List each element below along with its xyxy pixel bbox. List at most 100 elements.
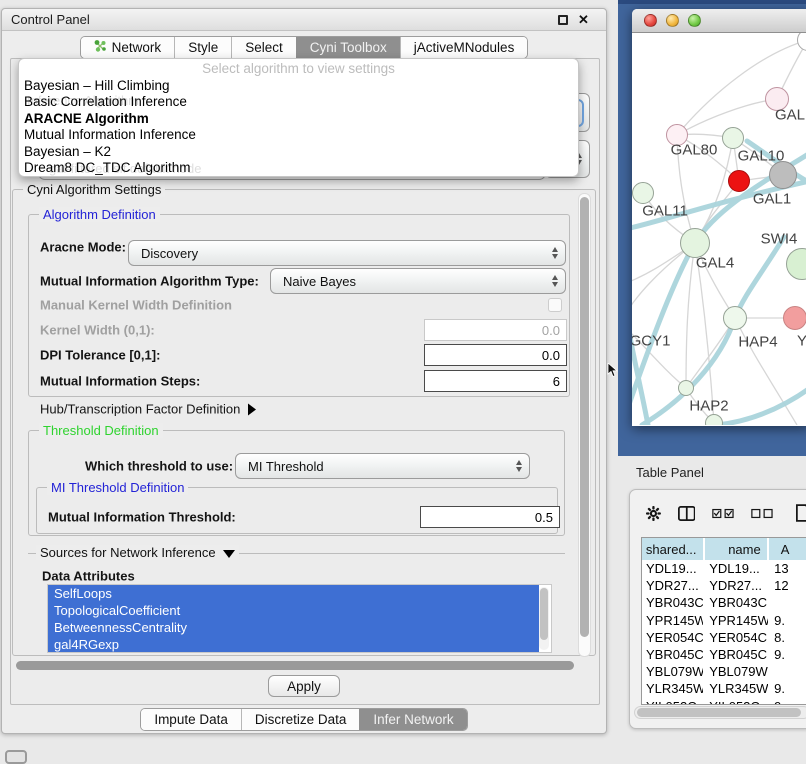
attribute-item-betweennesscentrality[interactable]: BetweennessCentrality xyxy=(48,619,539,636)
mi-threshold-field[interactable]: 0.5 xyxy=(420,506,560,528)
table-row[interactable]: YER054CYER054C8. xyxy=(642,629,806,646)
sources-title: Sources for Network Inference xyxy=(40,545,216,560)
network-node-hap2[interactable] xyxy=(678,380,694,396)
table-cell: 9. xyxy=(770,646,806,663)
table-cell: 9. xyxy=(770,612,806,629)
control-panel-titlebar[interactable]: Control Panel ✕ xyxy=(2,9,606,31)
node-label-hap2: HAP2 xyxy=(689,398,728,415)
network-node[interactable] xyxy=(769,161,797,189)
network-node[interactable] xyxy=(797,33,806,51)
network-icon xyxy=(94,39,107,56)
table-toolbar xyxy=(630,490,806,536)
network-node-gal11[interactable] xyxy=(632,182,654,204)
zoom-traffic-light-icon[interactable] xyxy=(688,14,701,27)
page-icon[interactable] xyxy=(796,503,806,523)
tab-style[interactable]: Style xyxy=(174,37,231,58)
mi-algorithm-type-combo[interactable]: Naive Bayes xyxy=(270,268,566,294)
float-window-icon[interactable] xyxy=(558,15,568,25)
tab-label: Cyni Toolbox xyxy=(310,40,387,55)
table-row[interactable]: YBR043CYBR043C xyxy=(642,594,806,611)
mi-steps-value: 6 xyxy=(553,374,560,389)
node-label-gal4: GAL4 xyxy=(696,255,734,272)
tab-jactivemnodules[interactable]: jActiveMNodules xyxy=(400,37,528,58)
column-layout-icon[interactable] xyxy=(678,505,696,522)
network-node-gal1[interactable] xyxy=(728,170,750,192)
scrollbar-thumb[interactable] xyxy=(580,197,589,637)
attribute-item-gal4rgexp[interactable]: gal4RGexp xyxy=(48,636,539,653)
column-header-name[interactable]: name xyxy=(705,538,767,560)
network-node-gal4[interactable] xyxy=(680,228,710,258)
which-threshold-label: Which threshold to use: xyxy=(85,459,233,474)
table-row[interactable]: YPR145WYPR145W9. xyxy=(642,612,806,629)
tab-label: jActiveMNodules xyxy=(414,40,515,55)
network-node[interactable] xyxy=(705,414,723,425)
algorithm-option-aracne-algorithm[interactable]: ARACNE Algorithm xyxy=(19,111,578,127)
scrollbar-thumb[interactable] xyxy=(540,588,548,640)
algorithm-option-basic-correlation-inference[interactable]: Basic Correlation Inference xyxy=(19,94,578,110)
close-window-icon[interactable]: ✕ xyxy=(578,12,589,28)
table-cell: YIL052C xyxy=(705,698,768,706)
node-label-y: Y xyxy=(797,333,806,350)
sources-toggle[interactable]: Sources for Network Inference xyxy=(36,545,239,560)
network-canvas[interactable]: GALGAL80GAL10GAL1GAL11GAL4SWI4GCY1HAP4YH… xyxy=(632,33,806,425)
list-vertical-scrollbar[interactable] xyxy=(539,587,549,650)
dpi-tolerance-field[interactable]: 0.0 xyxy=(424,344,567,366)
aracne-mode-label: Aracne Mode: xyxy=(40,240,126,255)
manual-kernel-width-checkbox[interactable] xyxy=(548,298,562,312)
table-cell: YER054C xyxy=(705,629,768,646)
mi-threshold-label: Mutual Information Threshold: xyxy=(48,510,236,525)
table-panel-titlebar[interactable]: Table Panel xyxy=(618,456,806,488)
tab-select[interactable]: Select xyxy=(231,37,296,58)
attribute-item-topologicalcoefficient[interactable]: TopologicalCoefficient xyxy=(48,602,539,619)
mi-algorithm-type-label: Mutual Information Algorithm Type: xyxy=(40,274,259,289)
tab-label: Select xyxy=(245,40,283,55)
table-cell: YIL052C xyxy=(642,698,703,706)
algorithm-option-dream8-dc-tdc-algorithm[interactable]: Dream8 DC_TDC Algorithm xyxy=(19,160,578,176)
scrollbar-thumb[interactable] xyxy=(637,708,801,717)
table-row[interactable]: YLR345WYLR345W9. xyxy=(642,680,806,697)
apply-button[interactable]: Apply xyxy=(268,675,340,697)
bottom-tab-impute-data[interactable]: Impute Data xyxy=(141,709,241,730)
close-traffic-light-icon[interactable] xyxy=(644,14,657,27)
network-view-window: GALGAL80GAL10GAL1GAL11GAL4SWI4GCY1HAP4YH… xyxy=(632,9,806,426)
deselect-all-checkboxes-icon[interactable] xyxy=(751,508,773,519)
mouse-cursor xyxy=(607,363,618,378)
table-cell: YDL19... xyxy=(705,560,768,577)
algorithm-option-mutual-information-inference[interactable]: Mutual Information Inference xyxy=(19,127,578,143)
settings-gear-icon[interactable] xyxy=(646,505,661,522)
bottom-tab-discretize-data[interactable]: Discretize Data xyxy=(241,709,360,730)
tab-network[interactable]: Network xyxy=(81,37,175,58)
select-all-checkboxes-icon[interactable] xyxy=(712,508,734,519)
network-node-y[interactable] xyxy=(783,306,806,330)
table-row[interactable]: YBL079WYBL079W xyxy=(642,663,806,680)
data-attributes-list[interactable]: SelfLoopsTopologicalCoefficientBetweenne… xyxy=(47,584,552,653)
mi-steps-field[interactable]: 6 xyxy=(424,370,567,392)
attribute-item-selfloops[interactable]: SelfLoops xyxy=(48,585,539,602)
kernel-width-field[interactable]: 0.0 xyxy=(424,319,567,341)
table-row[interactable]: YDL19...YDL19...13 xyxy=(642,560,806,577)
apply-button-label: Apply xyxy=(287,679,321,694)
hub-definition-toggle[interactable]: Hub/Transcription Factor Definition xyxy=(40,402,256,417)
column-header-shared[interactable]: shared... xyxy=(642,538,703,560)
table-row[interactable]: YBR045CYBR045C9. xyxy=(642,646,806,663)
bottom-tab-infer-network[interactable]: Infer Network xyxy=(359,709,466,730)
network-window-titlebar[interactable] xyxy=(632,9,806,33)
table-cell: YBR045C xyxy=(705,646,768,663)
table-horizontal-scrollbar[interactable] xyxy=(634,706,806,719)
settings-vertical-scrollbar[interactable] xyxy=(578,193,591,657)
aracne-mode-combo[interactable]: Discovery xyxy=(128,240,566,266)
table-row[interactable]: YIL052CYIL052C9. xyxy=(642,698,806,706)
network-node-hap4[interactable] xyxy=(723,306,747,330)
table-cell: YPR145W xyxy=(705,612,768,629)
algorithm-option-bayesian-hill-climbing[interactable]: Bayesian – Hill Climbing xyxy=(19,78,578,94)
algorithm-option-bayesian-k2[interactable]: Bayesian – K2 xyxy=(19,144,578,160)
network-node-gal10[interactable] xyxy=(722,127,744,149)
minimize-traffic-light-icon[interactable] xyxy=(666,14,679,27)
which-threshold-combo[interactable]: MI Threshold xyxy=(235,453,530,479)
settings-horizontal-scrollbar[interactable] xyxy=(12,659,592,672)
table-row[interactable]: YDR27...YDR27...12 xyxy=(642,577,806,594)
scrollbar-thumb[interactable] xyxy=(16,661,574,670)
column-header-a[interactable]: A xyxy=(769,538,806,560)
tab-cyni-toolbox[interactable]: Cyni Toolbox xyxy=(296,37,400,58)
network-node-swi4[interactable] xyxy=(786,248,806,280)
